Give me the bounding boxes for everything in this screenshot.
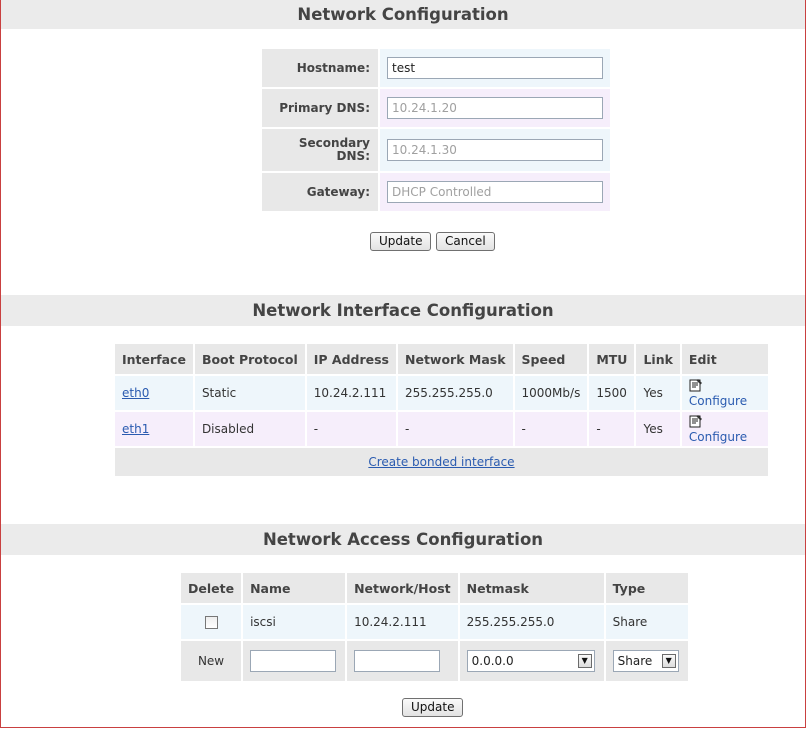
interface-config-title: Network Interface Configuration xyxy=(1,295,805,326)
access-network: 10.24.2.111 xyxy=(347,605,458,639)
delete-checkbox[interactable] xyxy=(204,616,218,629)
chevron-down-icon[interactable]: ▼ xyxy=(661,654,676,668)
type-select-value: Share xyxy=(617,654,653,668)
speed: - xyxy=(514,412,588,446)
table-row: eth0 Static 10.24.2.111 255.255.255.0 10… xyxy=(115,376,768,410)
chevron-down-icon[interactable]: ▼ xyxy=(577,654,592,668)
page-frame: Network Configuration Hostname: Primary … xyxy=(0,0,806,728)
col-interface: Interface xyxy=(115,344,193,374)
configure-label[interactable]: Configure xyxy=(689,430,747,444)
col-netmask: Netmask xyxy=(459,573,604,603)
network-mask: 255.255.255.0 xyxy=(398,376,513,410)
col-mtu: MTU xyxy=(589,344,635,374)
new-network-input[interactable] xyxy=(354,650,441,672)
boot-protocol: Disabled xyxy=(194,412,305,446)
access-name: iscsi xyxy=(243,605,346,639)
hostname-label: Hostname: xyxy=(262,49,378,87)
primary-dns-input[interactable] xyxy=(387,97,603,119)
ip-address: - xyxy=(306,412,396,446)
access-netmask: 255.255.255.0 xyxy=(459,605,604,639)
primary-dns-label: Primary DNS: xyxy=(262,89,378,127)
table-row: iscsi 10.24.2.111 255.255.255.0 Share xyxy=(181,605,688,639)
col-edit: Edit xyxy=(681,344,768,374)
configure-label[interactable]: Configure xyxy=(689,394,747,408)
mtu: - xyxy=(589,412,635,446)
link-status: Yes xyxy=(636,412,680,446)
network-mask: - xyxy=(398,412,513,446)
gateway-label: Gateway: xyxy=(262,173,378,211)
boot-protocol: Static xyxy=(194,376,305,410)
network-update-button[interactable]: Update xyxy=(370,232,432,251)
interface-link-eth1[interactable]: eth1 xyxy=(122,422,149,436)
configure-icon xyxy=(689,379,702,392)
ip-address: 10.24.2.111 xyxy=(306,376,396,410)
new-row-label: New xyxy=(181,641,242,681)
col-link: Link xyxy=(636,344,680,374)
col-delete: Delete xyxy=(181,573,242,603)
table-row: eth1 Disabled - - - - Yes Configure xyxy=(115,412,768,446)
access-table: Delete Name Network/Host Netmask Type is… xyxy=(179,571,690,683)
secondary-dns-input[interactable] xyxy=(387,139,603,161)
access-config-title: Network Access Configuration xyxy=(1,524,805,555)
network-cancel-button[interactable]: Cancel xyxy=(436,232,495,251)
configure-icon xyxy=(689,415,702,428)
col-network-host: Network/Host xyxy=(347,573,458,603)
mtu: 1500 xyxy=(589,376,635,410)
hostname-input[interactable] xyxy=(387,57,603,79)
col-ip-address: IP Address xyxy=(306,344,396,374)
create-bonded-interface-link[interactable]: Create bonded interface xyxy=(368,455,514,469)
col-name: Name xyxy=(243,573,346,603)
configure-eth1[interactable]: Configure xyxy=(689,415,747,444)
interface-table: Interface Boot Protocol IP Address Netwo… xyxy=(113,342,770,478)
access-type: Share xyxy=(605,605,688,639)
col-type: Type xyxy=(605,573,688,603)
network-config-title: Network Configuration xyxy=(1,0,805,29)
gateway-input[interactable] xyxy=(387,181,603,203)
new-type-select[interactable]: Share ▼ xyxy=(612,650,679,672)
col-network-mask: Network Mask xyxy=(398,344,513,374)
network-config-form: Hostname: Primary DNS: Secondary DNS: Ga… xyxy=(260,47,612,213)
interface-link-eth0[interactable]: eth0 xyxy=(122,386,149,400)
configure-eth0[interactable]: Configure xyxy=(689,379,747,408)
new-name-input[interactable] xyxy=(250,650,337,672)
col-boot-protocol: Boot Protocol xyxy=(194,344,305,374)
speed: 1000Mb/s xyxy=(514,376,588,410)
new-access-row: New 0.0.0.0 ▼ Share ▼ xyxy=(181,641,688,681)
secondary-dns-label: Secondary DNS: xyxy=(262,129,378,171)
link-status: Yes xyxy=(636,376,680,410)
netmask-select-value: 0.0.0.0 xyxy=(471,654,514,668)
access-update-button[interactable]: Update xyxy=(402,698,464,717)
col-speed: Speed xyxy=(514,344,588,374)
new-netmask-select[interactable]: 0.0.0.0 ▼ xyxy=(466,650,595,672)
